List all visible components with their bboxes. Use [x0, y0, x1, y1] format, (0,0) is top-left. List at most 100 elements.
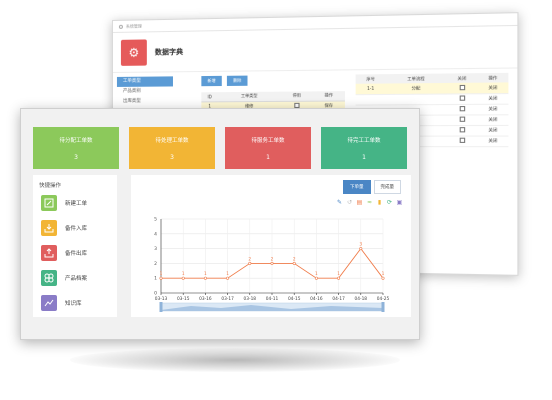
- cell-flow[interactable]: 分配: [385, 82, 447, 94]
- close-checkbox[interactable]: [459, 106, 465, 112]
- close-link[interactable]: 关闭: [477, 135, 509, 147]
- data-label: 1: [160, 271, 163, 277]
- data-point[interactable]: [159, 276, 163, 280]
- location-icon: [118, 24, 123, 29]
- x-tick-label: 03-15: [177, 296, 190, 302]
- x-tick-label: 04-15: [288, 296, 301, 302]
- column-header: 工单类型: [217, 91, 281, 102]
- x-tick-label: 04-18: [355, 296, 368, 302]
- stat-label: 待完工工单数: [347, 137, 381, 144]
- data-label: 2: [271, 256, 274, 262]
- y-tick-label: 0: [154, 291, 157, 297]
- stat-cards: 待分配工单数 3 待处理工单数 3 待服务工单数 1 待完工工单数 1: [33, 127, 407, 169]
- column-header: 关闭: [446, 73, 478, 83]
- chart-image-icon: [41, 295, 57, 311]
- close-link[interactable]: 关闭: [477, 82, 509, 94]
- title-bar-text: 系统管理: [125, 22, 142, 29]
- page-header: ⚙ 数据字典: [112, 25, 518, 73]
- x-tick-label: 04-16: [310, 296, 323, 302]
- zoom-slider-handle-right[interactable]: [381, 302, 385, 312]
- edit-icon: [41, 195, 57, 211]
- stat-card-pending-assign[interactable]: 待分配工单数 3: [33, 127, 119, 169]
- stat-value: 1: [266, 153, 270, 161]
- y-tick-label: 2: [154, 261, 157, 267]
- page-title: 数据字典: [154, 47, 184, 56]
- y-axis: 012345: [154, 217, 162, 297]
- window-shadow: [70, 348, 400, 372]
- quick-item-parts-inbound[interactable]: 备件入库: [41, 220, 87, 236]
- data-point[interactable]: [226, 276, 230, 280]
- sidebar-item-outbound-type[interactable]: 出库类型: [117, 97, 173, 107]
- column-header: 操作: [477, 72, 509, 83]
- close-link[interactable]: 关闭: [477, 124, 509, 136]
- data-label: 2: [248, 256, 251, 262]
- data-point[interactable]: [359, 247, 363, 251]
- quick-item-label: 新建工单: [65, 201, 88, 207]
- stat-card-pending-complete[interactable]: 待完工工单数 1: [321, 127, 407, 169]
- column-header: ID: [201, 92, 218, 102]
- y-tick-label: 3: [154, 246, 157, 252]
- x-tick-label: 04-11: [266, 296, 279, 302]
- dictionary-icon: ⚙: [120, 38, 147, 66]
- data-point[interactable]: [292, 261, 296, 265]
- inbox-out-icon: [41, 245, 57, 261]
- data-label: 1: [226, 271, 229, 277]
- data-point[interactable]: [314, 276, 318, 280]
- stat-label: 待服务工单数: [251, 137, 285, 144]
- quick-item-new-ticket[interactable]: 新建工单: [41, 195, 87, 211]
- stat-card-pending-process[interactable]: 待处理工单数 3: [129, 127, 215, 169]
- y-tick-label: 5: [154, 217, 157, 223]
- stat-label: 待分配工单数: [59, 137, 93, 144]
- close-checkbox[interactable]: [459, 116, 465, 122]
- data-point[interactable]: [381, 276, 385, 280]
- column-header: 停用: [280, 91, 313, 101]
- stat-value: 3: [170, 153, 174, 161]
- ticket-type-panel: 新增 删除 ID 工单类型 停用 操作 1 维修 保存: [201, 75, 345, 111]
- close-checkbox[interactable]: [459, 95, 465, 101]
- data-zoom-slider[interactable]: [159, 302, 385, 312]
- x-tick-label: 03-16: [199, 296, 212, 302]
- close-checkbox[interactable]: [459, 84, 465, 90]
- data-label: 1: [382, 271, 385, 277]
- sidebar: 工单类型 产品类别 出库类型: [116, 76, 173, 107]
- close-link[interactable]: 关闭: [477, 114, 509, 125]
- chart-panel: 下单量 完成量 ✎ ↺ ▤ ≈ ▮ ⟳ ▣ 012345 03-13 03-15 0…: [131, 175, 411, 317]
- close-checkbox[interactable]: [459, 127, 465, 133]
- quick-operations-panel: 快捷操作 新建工单 备件入库 备件出库 产品档案 知识库: [33, 175, 117, 317]
- stat-value: 3: [74, 153, 78, 161]
- stat-card-pending-service[interactable]: 待服务工单数 1: [225, 127, 311, 169]
- quick-item-label: 备件入库: [65, 226, 88, 232]
- quick-item-label: 产品档案: [65, 276, 88, 282]
- add-button[interactable]: 新增: [201, 75, 222, 87]
- zoom-slider-handle-left[interactable]: [159, 302, 163, 312]
- x-tick-label: 04-25: [377, 296, 390, 302]
- data-point[interactable]: [181, 276, 185, 280]
- close-link[interactable]: 关闭: [477, 103, 509, 115]
- quick-item-product-archive[interactable]: 产品档案: [41, 270, 87, 286]
- data-point[interactable]: [337, 276, 341, 280]
- data-label: 3: [359, 242, 362, 248]
- column-header: 序号: [355, 74, 386, 84]
- quick-item-knowledge-base[interactable]: 知识库: [41, 295, 82, 311]
- x-tick-label: 03-13: [155, 296, 168, 302]
- disabled-checkbox[interactable]: [294, 102, 300, 108]
- quick-item-parts-outbound[interactable]: 备件出库: [41, 245, 87, 261]
- data-point[interactable]: [270, 261, 274, 265]
- x-tick-label: 03-18: [244, 296, 257, 302]
- close-link[interactable]: 关闭: [477, 93, 509, 104]
- stat-value: 1: [362, 153, 366, 161]
- clover-icon: [41, 270, 57, 286]
- sidebar-item-ticket-type[interactable]: 工单类型: [116, 76, 173, 87]
- quick-operations-title: 快捷操作: [39, 183, 62, 189]
- close-checkbox[interactable]: [459, 137, 465, 143]
- delete-button[interactable]: 删除: [226, 75, 248, 86]
- y-tick-label: 4: [154, 231, 157, 237]
- y-tick-label: 1: [154, 276, 157, 282]
- data-label: 1: [182, 271, 185, 277]
- sidebar-item-product-category[interactable]: 产品类别: [117, 86, 173, 97]
- close-checkbox-cell[interactable]: [446, 82, 478, 94]
- data-point[interactable]: [203, 276, 207, 280]
- x-tick-label: 03-17: [221, 296, 234, 302]
- data-point[interactable]: [248, 261, 252, 265]
- data-label: 1: [204, 271, 207, 277]
